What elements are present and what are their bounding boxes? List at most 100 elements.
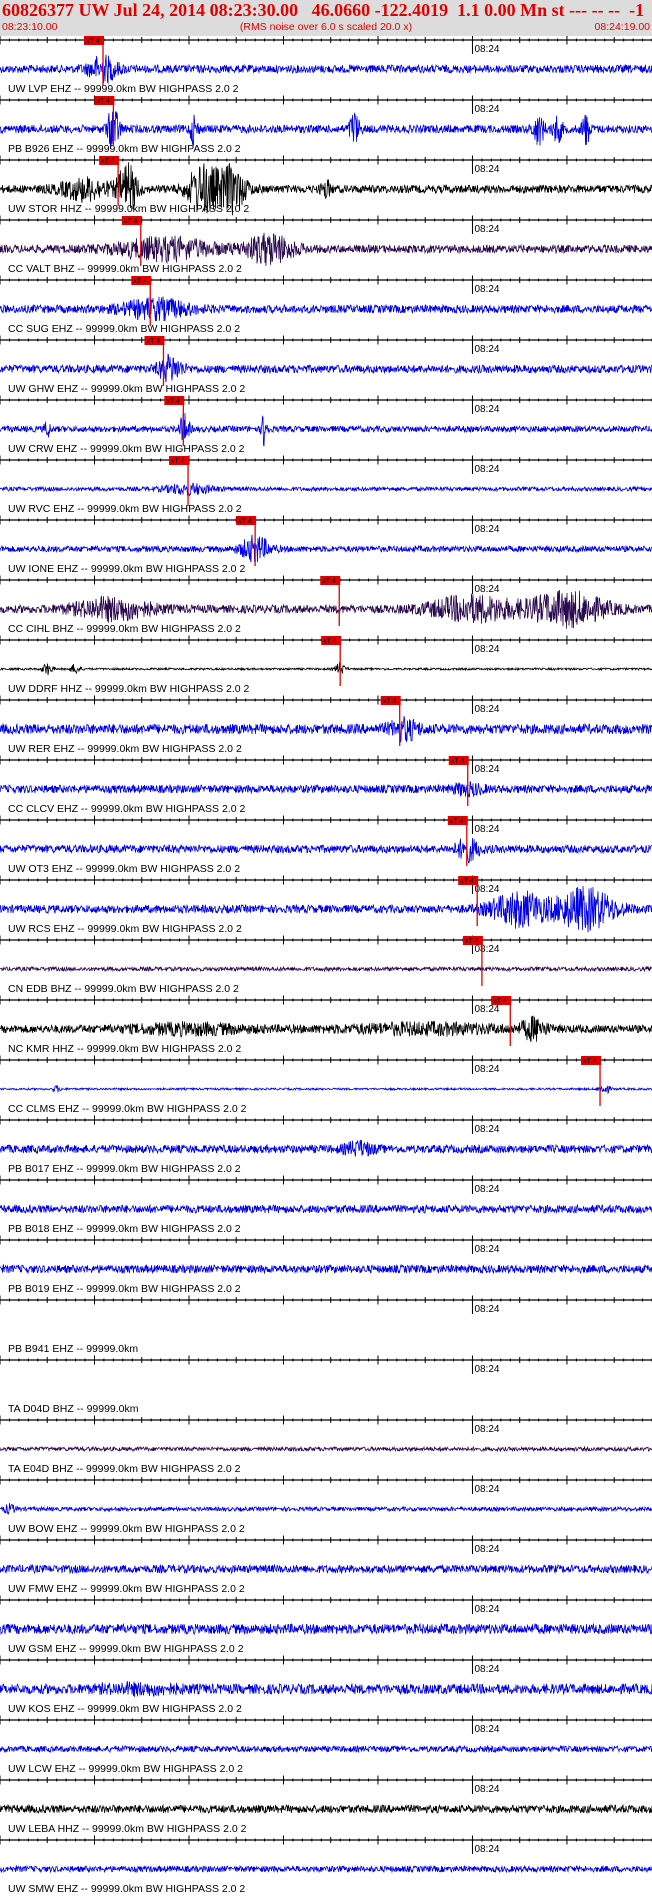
waveform-trace [0,965,652,973]
pick-label: xT 4 [383,698,397,705]
minute-tick-label: 08:24 [474,344,499,355]
minute-tick-label: 08:24 [474,524,499,535]
waveform-trace [0,716,652,744]
minute-tick-label: 08:24 [474,824,499,835]
pick-label: xT 4 [166,398,180,405]
event-title: 60826377 UW Jul 24, 2014 08:23:30.00 46.… [2,0,645,20]
minute-tick-label: 08:24 [474,584,499,595]
station-label: UW GSM EHZ -- 99999.0km BW HIGHPASS 2.0 … [8,1643,244,1655]
waveform-trace [0,1622,652,1636]
station-label: UW STOR HHZ -- 99999.0km BW HIGHPASS 2.0… [8,203,249,215]
minute-tick-label: 08:24 [474,704,499,715]
station-label: UW CRW EHZ -- 99999.0km BW HIGHPASS 2.0 … [8,443,245,455]
station-label: PB B019 EHZ -- 99999.0km BW HIGHPASS 2.0… [8,1283,241,1295]
seismogram-plot: 08:24 UW LVP EHZ -- 99999.0km BW HIGHPASS… [0,36,652,1895]
minute-tick-label: 08:24 [474,224,499,235]
pick-label: xT 4 [124,218,138,225]
minute-tick-label: 08:24 [474,1424,499,1435]
waveform-trace [0,296,652,322]
waveform-trace [0,412,652,447]
minute-tick-label: 08:24 [474,1064,499,1075]
minute-tick-label: 08:24 [474,884,499,895]
pick-label: xT 4 [583,1058,597,1065]
minute-tick-label: 08:24 [474,1544,499,1555]
waveform-trace [0,353,652,383]
station-label: UW LCW EHZ -- 99999.0km BW HIGHPASS 2.0 … [8,1763,243,1775]
minute-tick-label: 08:24 [474,644,499,655]
pick-label: xT 4 [171,458,185,465]
pick-label: xT 4 [238,518,252,525]
station-label: CC CLMS EHZ -- 99999.0km BW HIGHPASS 2.0… [8,1103,247,1115]
station-label: PB B018 EHZ -- 99999.0km BW HIGHPASS 2.0… [8,1223,241,1235]
pick-label: xT 4 [96,98,110,105]
waveform-trace [0,1502,652,1516]
minute-tick-label: 08:24 [474,104,499,115]
pick-label: xT 4 [465,938,479,945]
station-label: TA D04D BHZ -- 99999.0km [8,1403,139,1415]
minute-tick-label: 08:24 [474,464,499,475]
pick-label: xT 4 [460,878,474,885]
waveform-trace [0,1744,652,1754]
minute-tick-label: 08:24 [474,1484,499,1495]
waveform-trace [0,1084,652,1095]
station-label: UW RCS EHZ -- 99999.0km BW HIGHPASS 2.0 … [8,923,242,935]
station-label: UW GHW EHZ -- 99999.0km BW HIGHPASS 2.0 … [8,383,245,395]
minute-tick-label: 08:24 [474,404,499,415]
pick-label: xT 4 [86,38,100,45]
station-label: UW RVC EHZ -- 99999.0km BW HIGHPASS 2.0 … [8,503,242,515]
minute-tick-label: 08:24 [474,1004,499,1015]
waveform-trace [0,1563,652,1575]
waveform-trace [0,662,652,676]
station-label: UW DDRF HHZ -- 99999.0km BW HIGHPASS 2.0… [8,683,250,695]
pick-label: xT 4 [146,338,160,345]
waveform-trace [0,1803,652,1815]
station-label: CN EDB BHZ -- 99999.0km BW HIGHPASS 2.0 … [8,983,239,995]
minute-tick-label: 08:24 [474,1244,499,1255]
station-label: CC CIHL BHZ -- 99999.0km BW HIGHPASS 2.0… [8,623,241,635]
rms-noise-note: (RMS noise over 6.0 s scaled 20.0 x) [239,21,413,33]
waveform-trace [0,1864,652,1874]
pick-label: xT 4 [450,818,464,825]
station-label: UW RER EHZ -- 99999.0km BW HIGHPASS 2.0 … [8,743,242,755]
minute-tick-label: 08:24 [474,1604,499,1615]
minute-tick-label: 08:24 [474,1124,499,1135]
pick-label: xT 4 [322,578,336,585]
end-time-label: 08:24:19.00 [594,21,650,33]
station-label: UW LEBA HHZ -- 99999.0km BW HIGHPASS 2.0… [8,1823,247,1835]
station-label: PB B017 EHZ -- 99999.0km BW HIGHPASS 2.0… [8,1163,241,1175]
minute-tick-label: 08:24 [474,44,499,55]
pick-label: xT 4 [323,638,337,645]
waveform-trace [0,232,652,266]
station-label: CC VALT BHZ -- 99999.0km BW HIGHPASS 2.0… [8,263,242,275]
station-label: CC SUG EHZ -- 99999.0km BW HIGHPASS 2.0 … [8,323,240,335]
minute-tick-label: 08:24 [474,1664,499,1675]
station-label: PB B926 EHZ -- 99999.0km BW HIGHPASS 2.0… [8,143,241,155]
station-label: UW KOS EHZ -- 99999.0km BW HIGHPASS 2.0 … [8,1703,242,1715]
station-label: UW FMW EHZ -- 99999.0km BW HIGHPASS 2.0 … [8,1583,245,1595]
minute-tick-label: 08:24 [474,1364,499,1375]
waveform-trace [0,1263,652,1275]
station-label: PB B941 EHZ -- 99999.0km [8,1343,138,1355]
waveform-trace [0,54,652,85]
pick-label: xT 4 [493,998,507,1005]
minute-tick-label: 08:24 [474,1304,499,1315]
station-label: UW OT3 EHZ -- 99999.0km BW HIGHPASS 2.0 … [8,863,240,875]
waveform-trace [0,534,652,563]
waveform-trace [0,781,652,798]
minute-tick-label: 08:24 [474,764,499,775]
pick-label: xT 4 [133,278,147,285]
station-label: UW SMW EHZ -- 99999.0km BW HIGHPASS 2.0 … [8,1883,245,1895]
station-label: CC CLCV EHZ -- 99999.0km BW HIGHPASS 2.0… [8,803,245,815]
minute-tick-label: 08:24 [474,944,499,955]
station-label: TA E04D BHZ -- 99999.0km BW HIGHPASS 2.0… [8,1463,241,1475]
station-label: UW LVP EHZ -- 99999.0km BW HIGHPASS 2.0 … [8,83,239,95]
waveform-trace [0,1445,652,1453]
minute-tick-label: 08:24 [474,1844,499,1855]
minute-tick-label: 08:24 [474,1724,499,1735]
station-label: UW BOW EHZ -- 99999.0km BW HIGHPASS 2.0 … [8,1523,245,1535]
minute-tick-label: 08:24 [474,1784,499,1795]
pick-label: xT 4 [101,158,115,165]
waveform-trace [0,482,652,497]
pick-label: xT 4 [451,758,465,765]
waveform-trace [0,1015,652,1043]
